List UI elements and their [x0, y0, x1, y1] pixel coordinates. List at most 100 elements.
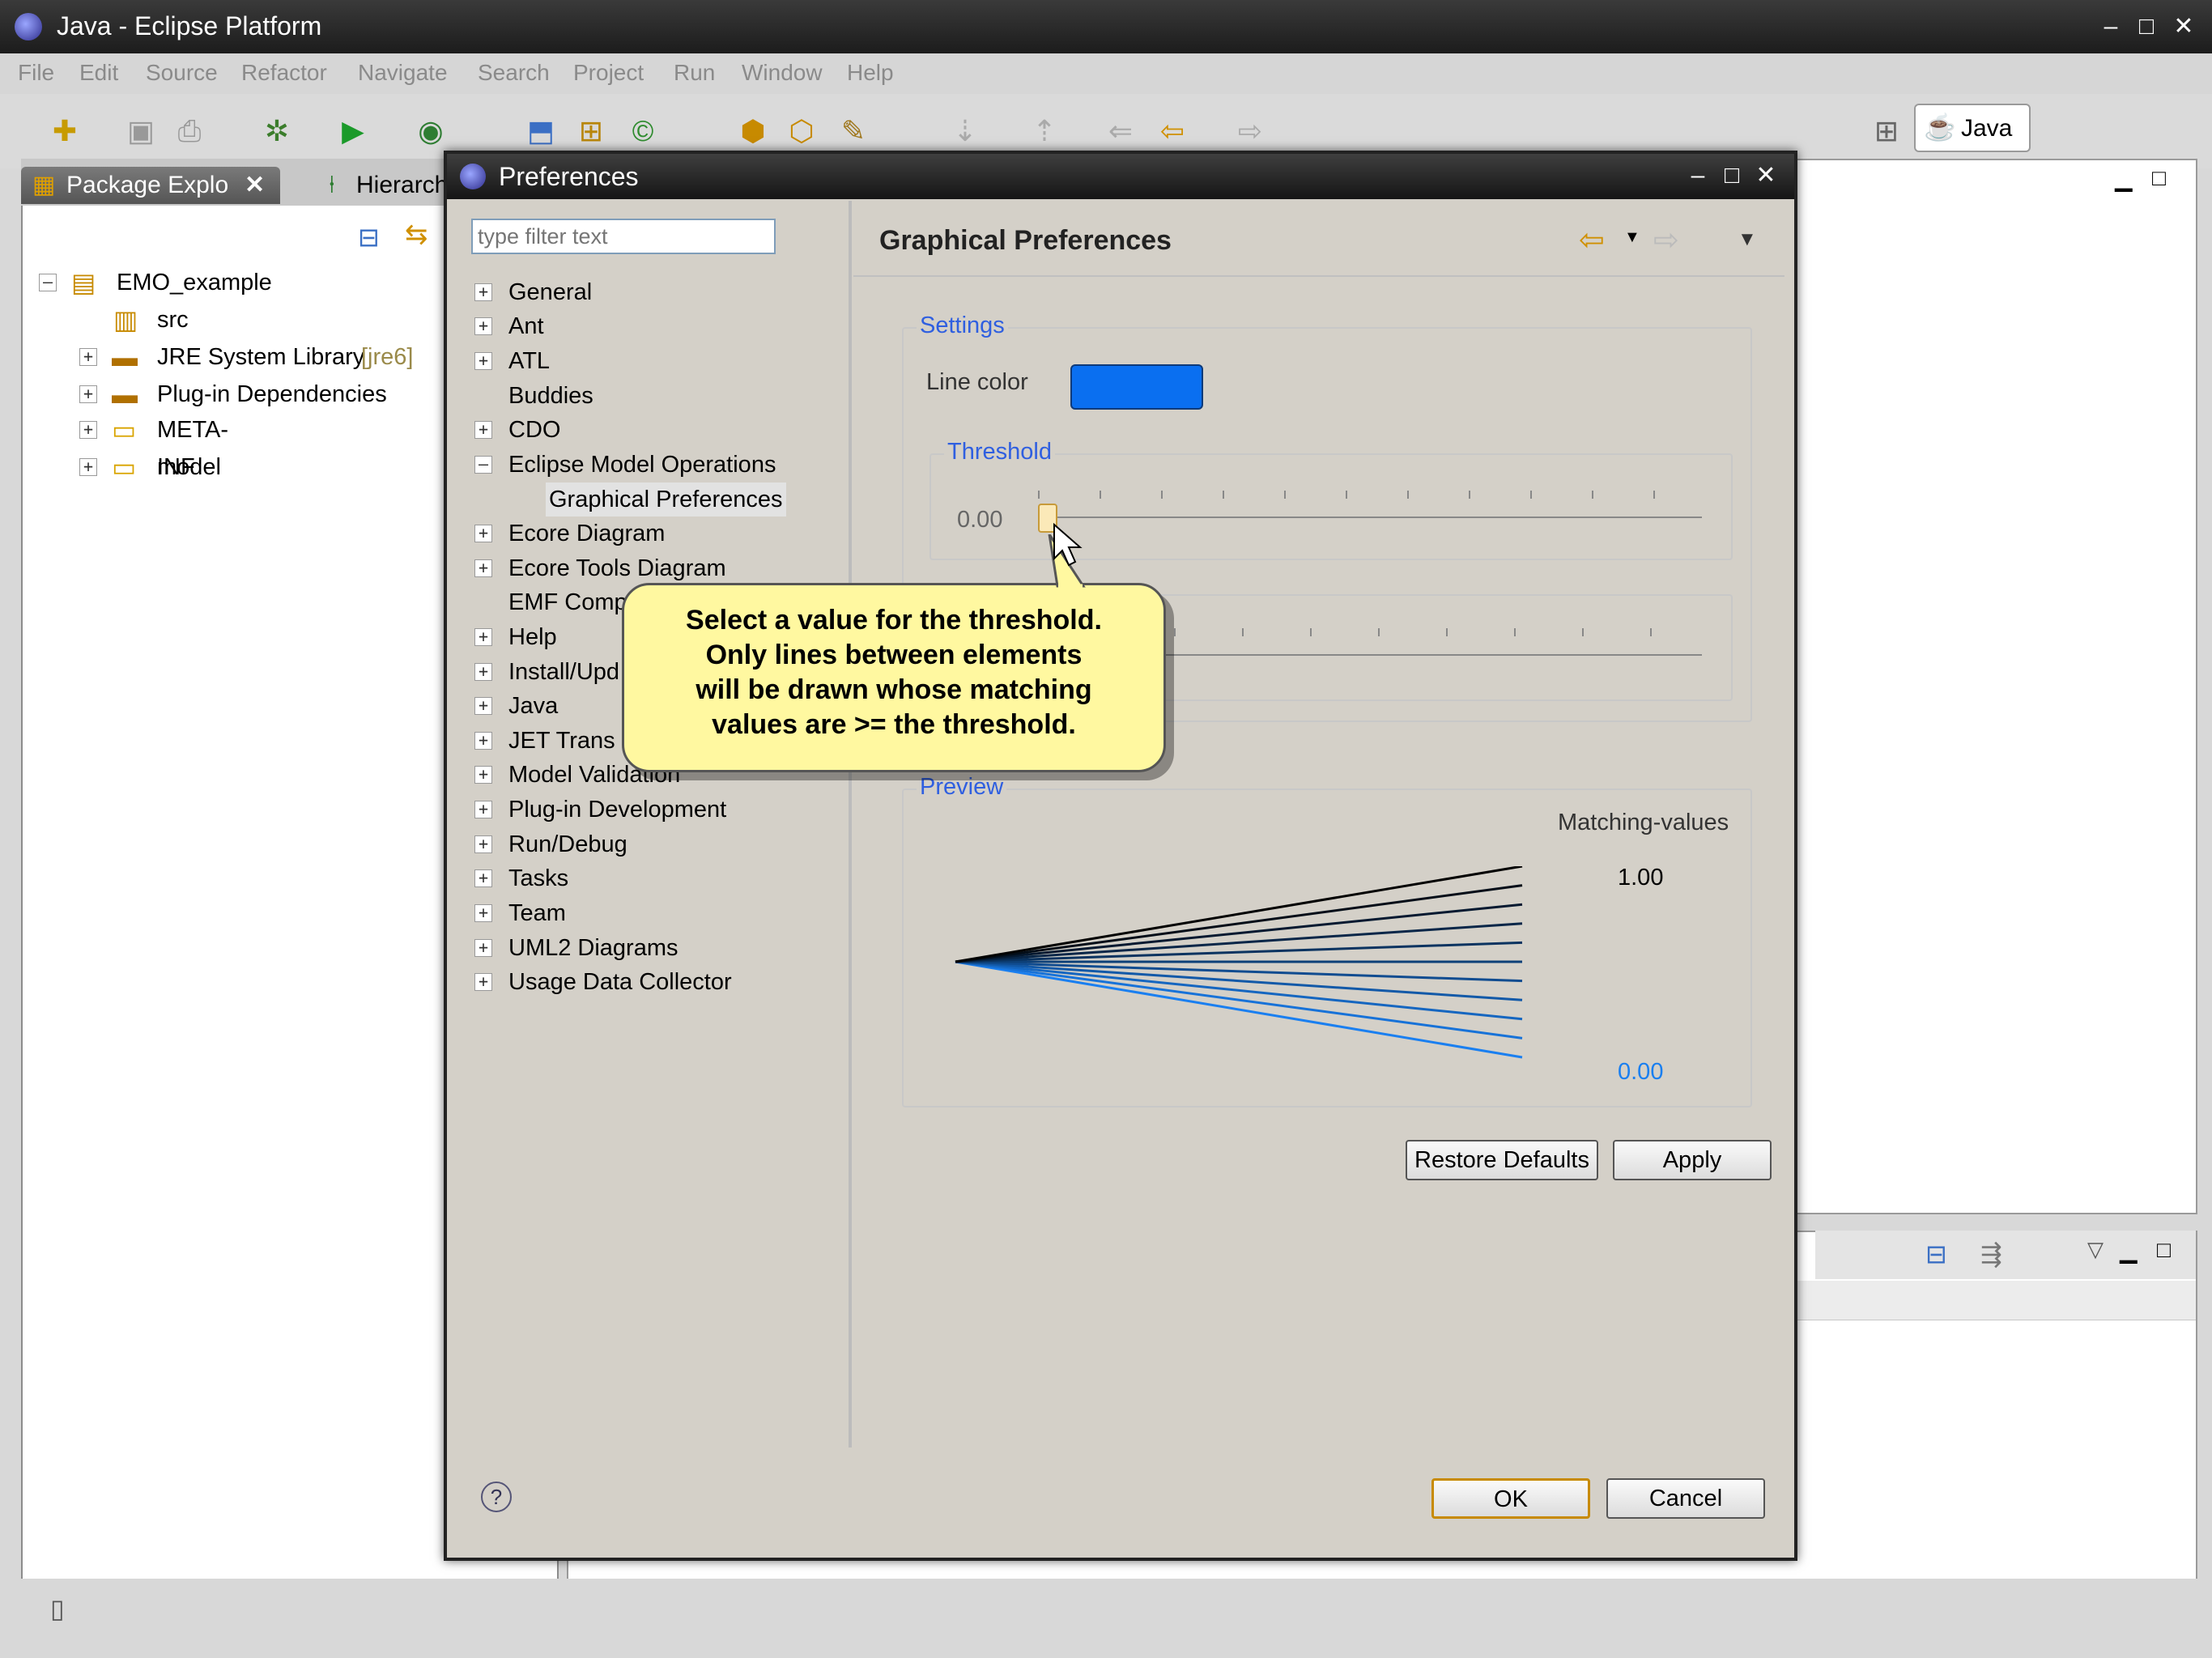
preferences-dialog: Preferences – □ ✕ + General + Ant + ATL Bud…	[444, 151, 1797, 1561]
expand-toggle-icon[interactable]: +	[474, 317, 492, 335]
expand-toggle-icon[interactable]: +	[474, 732, 492, 750]
menu-search[interactable]: Search	[478, 60, 550, 86]
new-java-project-icon[interactable]: ⬒	[521, 112, 560, 151]
filter-input[interactable]	[471, 219, 776, 254]
menu-navigate[interactable]: Navigate	[358, 60, 448, 86]
preferences-tree: + General + Ant + ATL Buddies + CDO – Eclipse…	[462, 275, 858, 1457]
back-menu-icon[interactable]: ▼	[1624, 228, 1640, 247]
dialog-title-bar: Preferences – □ ✕	[447, 154, 1794, 199]
maximize-view-icon[interactable]: □	[2152, 165, 2166, 191]
window-title: Java - Eclipse Platform	[57, 11, 322, 40]
expand-toggle-icon[interactable]: +	[474, 352, 492, 370]
restore-defaults-button[interactable]: Restore Defaults	[1406, 1140, 1598, 1180]
menu-refactor[interactable]: Refactor	[241, 60, 327, 86]
expand-toggle-icon[interactable]: +	[79, 385, 97, 403]
collapse-toggle-icon[interactable]: –	[474, 456, 492, 474]
collapse-toggle-icon[interactable]: –	[39, 274, 57, 291]
menu-window[interactable]: Window	[742, 60, 823, 86]
minimize-view-icon[interactable]: ▁	[2115, 165, 2133, 192]
package-icon: ▦	[32, 172, 56, 198]
close-icon[interactable]: ✕	[2168, 11, 2199, 42]
new-package-icon[interactable]: ⊞	[572, 112, 610, 151]
expand-toggle-icon[interactable]: +	[474, 973, 492, 991]
expand-toggle-icon[interactable]: +	[474, 525, 492, 542]
open-folder-icon[interactable]: ⬡	[782, 112, 821, 151]
minimize-view-icon[interactable]: ▁	[2120, 1237, 2138, 1264]
view-menu-icon[interactable]: ▽	[2087, 1237, 2104, 1262]
expand-toggle-icon[interactable]: +	[79, 458, 97, 476]
collapse-all-icon[interactable]: ⊟	[358, 222, 380, 253]
pencil-icon[interactable]: ✎	[834, 112, 873, 151]
new-class-icon[interactable]: ©	[623, 112, 662, 151]
expand-toggle-icon[interactable]: +	[474, 904, 492, 922]
prev-annotation-icon[interactable]: ⇡	[1025, 112, 1064, 151]
tab-hierarchy-label: Hierarch	[356, 172, 449, 198]
expand-toggle-icon[interactable]: +	[474, 939, 492, 957]
run-icon[interactable]: ▶	[334, 112, 372, 151]
view-menu-icon[interactable]: ▼	[1738, 228, 1757, 251]
expand-toggle-icon[interactable]: +	[474, 559, 492, 577]
expand-toggle-icon[interactable]: +	[79, 348, 97, 366]
maximize-icon[interactable]: □	[2131, 11, 2162, 42]
expand-toggle-icon[interactable]: +	[474, 801, 492, 818]
new-icon[interactable]: ✚	[45, 112, 84, 151]
external-tools-icon[interactable]: ◉	[411, 112, 450, 151]
menu-run[interactable]: Run	[674, 60, 715, 86]
preview-line	[955, 922, 1523, 963]
link-editor-icon[interactable]: ⇆	[405, 219, 428, 251]
tree-item-decorator: [jre6]	[361, 344, 414, 370]
preview-lines	[955, 866, 1523, 1059]
expand-toggle-icon[interactable]: +	[474, 835, 492, 853]
threshold-value: 0.00	[957, 507, 1003, 533]
cancel-button[interactable]: Cancel	[1606, 1478, 1765, 1519]
apply-button[interactable]: Apply	[1613, 1140, 1772, 1180]
print-icon[interactable]: ⎙	[170, 112, 209, 151]
expand-toggle-icon[interactable]: +	[474, 283, 492, 301]
maximize-icon[interactable]: □	[1716, 160, 1747, 191]
tree-item-label: Tasks	[508, 865, 569, 891]
preview-line	[955, 960, 1523, 1039]
ok-button[interactable]: OK	[1431, 1478, 1590, 1519]
menu-edit[interactable]: Edit	[79, 60, 118, 86]
menu-help[interactable]: Help	[847, 60, 894, 86]
expand-toggle-icon[interactable]: +	[474, 628, 492, 646]
bottom-view-toolbar	[1815, 1231, 2196, 1279]
folder-icon: ▭	[112, 415, 137, 444]
line-color-button[interactable]	[1070, 364, 1203, 410]
menu-project[interactable]: Project	[573, 60, 644, 86]
menu-source[interactable]: Source	[146, 60, 218, 86]
back-icon[interactable]: ⇦	[1579, 222, 1605, 258]
title-separator	[853, 275, 1784, 277]
fast-view-icon[interactable]: ▯	[50, 1593, 65, 1624]
expand-toggle-icon[interactable]: +	[474, 663, 492, 681]
expand-toggle-icon[interactable]: +	[474, 869, 492, 887]
help-icon[interactable]: ?	[481, 1482, 512, 1512]
open-perspective-icon[interactable]: ⊞	[1867, 112, 1906, 151]
minimize-icon[interactable]: –	[2095, 11, 2126, 42]
java-perspective-button[interactable]: ☕ Java	[1914, 104, 2031, 152]
maximize-view-icon[interactable]: □	[2157, 1237, 2171, 1263]
tree-view-icon[interactable]: ⊟	[1925, 1239, 1947, 1269]
save-icon[interactable]: ▣	[121, 112, 160, 151]
minimize-icon[interactable]: –	[1682, 160, 1713, 191]
dialog-splitter[interactable]	[849, 201, 852, 1448]
debug-icon[interactable]: ✲	[257, 112, 296, 151]
next-annotation-icon[interactable]: ⇣	[946, 112, 985, 151]
threshold-slider[interactable]	[1038, 478, 1702, 534]
close-icon[interactable]: ✕	[1750, 160, 1781, 191]
forward-icon[interactable]: ⇨	[1653, 222, 1679, 258]
filter-view-icon[interactable]: ⇶	[1980, 1239, 2002, 1269]
menu-file[interactable]: File	[18, 60, 54, 86]
preview-group-label: Preview	[917, 774, 1007, 801]
last-edit-icon[interactable]: ⇐	[1101, 112, 1140, 151]
close-tab-icon[interactable]: ✕	[245, 167, 265, 204]
expand-toggle-icon[interactable]: +	[474, 766, 492, 784]
tree-item-label: UML2 Diagrams	[508, 935, 678, 961]
open-type-icon[interactable]: ⬢	[734, 112, 772, 151]
tab-package-explorer[interactable]: ▦ Package Explo ✕	[21, 167, 280, 204]
back-icon[interactable]: ⇦	[1153, 112, 1192, 151]
forward-icon[interactable]: ⇨	[1231, 112, 1270, 151]
expand-toggle-icon[interactable]: +	[474, 421, 492, 439]
expand-toggle-icon[interactable]: +	[79, 421, 97, 439]
expand-toggle-icon[interactable]: +	[474, 697, 492, 715]
